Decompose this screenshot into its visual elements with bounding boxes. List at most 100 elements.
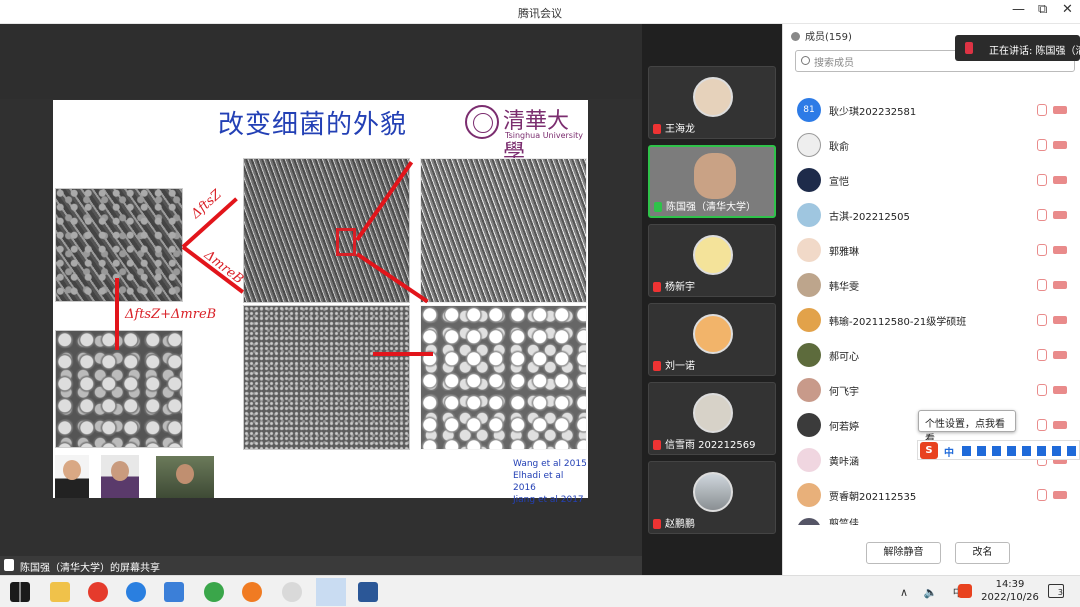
sogou-browser-icon[interactable]	[126, 582, 146, 602]
member-row[interactable]: 韩瑜-202112580-21级学硕班	[797, 305, 1077, 335]
ime-toolbar[interactable]: S 中	[917, 440, 1080, 460]
video-column[interactable]: 王海龙 陈国强（清华大学） 杨新宇 刘一诺 信雪雨 202212569 赵鹏鹏	[642, 24, 782, 575]
camera-off-icon[interactable]	[1053, 491, 1067, 499]
em-image-mreb	[243, 305, 410, 450]
zoom-box	[336, 228, 356, 256]
participant-name: 杨新宇	[665, 282, 695, 293]
member-avatar	[797, 133, 821, 157]
mic-muted-icon[interactable]	[1037, 314, 1047, 326]
participant-name: 刘一诺	[665, 361, 695, 372]
firefox-icon[interactable]	[242, 582, 262, 602]
mic-muted-icon[interactable]	[1037, 489, 1047, 501]
mic-muted-icon[interactable]	[1037, 244, 1047, 256]
screen-share-bar: 陈国强（清华大学）的屏幕共享	[0, 556, 642, 575]
arrow-right	[373, 352, 433, 356]
camera-off-icon[interactable]	[1053, 386, 1067, 394]
start-icon[interactable]	[10, 582, 30, 602]
member-name: 郭雅琳	[829, 247, 859, 258]
presentation-slide: 改变细菌的外貌 清華大學 Tsinghua University ΔftsZ Δ…	[53, 100, 588, 505]
member-row[interactable]: 81 耿少琪202232581	[797, 95, 1077, 125]
sogou-icon[interactable]: S	[920, 442, 938, 459]
reference-line: Elhadi et al 2016	[513, 471, 564, 493]
ime-tooltip[interactable]: 个性设置，点我看看	[918, 410, 1016, 445]
em-image-wildtype	[55, 188, 183, 302]
close-icon[interactable]: ✕	[1062, 2, 1073, 17]
mic-muted-icon	[653, 124, 661, 134]
camera-off-icon[interactable]	[1053, 246, 1067, 254]
mic-muted-icon[interactable]	[1037, 279, 1047, 291]
member-name: 耿俞	[829, 142, 849, 153]
ime-tool-icons[interactable]	[962, 446, 1077, 456]
camera-off-icon[interactable]	[1053, 281, 1067, 289]
clock[interactable]: 14:39 2022/10/26	[980, 578, 1040, 604]
participant-avatar	[693, 393, 733, 433]
member-avatar	[797, 378, 821, 402]
rename-button[interactable]: 改名	[955, 542, 1010, 564]
camera-off-icon[interactable]	[1053, 176, 1067, 184]
mic-muted-icon	[653, 361, 661, 371]
word-icon[interactable]	[358, 582, 378, 602]
mic-on-icon	[654, 202, 662, 212]
minimize-icon[interactable]: —	[1012, 2, 1025, 17]
sogou-tray-icon[interactable]	[958, 584, 972, 598]
mic-muted-icon[interactable]	[1037, 419, 1047, 431]
mic-muted-icon	[653, 440, 661, 450]
seal-icon	[465, 105, 499, 139]
mic-muted-icon[interactable]	[1037, 349, 1047, 361]
notification-icon[interactable]: 3	[1048, 584, 1064, 598]
member-row[interactable]: 宣恺	[797, 165, 1077, 195]
video-tile[interactable]: 刘一诺	[648, 303, 776, 376]
member-avatar	[797, 168, 821, 192]
maximize-icon[interactable]: ⧉	[1038, 2, 1047, 17]
member-row[interactable]: 郭雅琳	[797, 235, 1077, 265]
member-row[interactable]: 古淇-202212505	[797, 200, 1077, 230]
mic-muted-icon[interactable]	[1037, 209, 1047, 221]
tencent-meeting-icon[interactable]	[316, 578, 346, 606]
mic-muted-icon[interactable]	[1037, 139, 1047, 151]
participant-avatar	[693, 77, 733, 117]
camera-off-icon[interactable]	[1053, 211, 1067, 219]
member-row[interactable]: 翦竺佳	[797, 515, 1077, 525]
mic-muted-icon[interactable]	[1037, 174, 1047, 186]
member-row[interactable]: 韩华雯	[797, 270, 1077, 300]
reference-line: Wang et al 2015	[513, 459, 587, 469]
member-row[interactable]: 耿俞	[797, 130, 1077, 160]
member-row[interactable]: 郝可心	[797, 340, 1077, 370]
camera-off-icon[interactable]	[1053, 106, 1067, 114]
participant-name: 信雪雨 202212569	[665, 440, 756, 451]
member-avatar: 81	[797, 98, 821, 122]
video-tile[interactable]: 杨新宇	[648, 224, 776, 297]
video-tile-active[interactable]: 陈国强（清华大学）	[648, 145, 776, 218]
stage-top-band	[0, 24, 642, 99]
camera-off-icon[interactable]	[1053, 316, 1067, 324]
title-bar: 腾讯会议 — ⧉ ✕	[0, 0, 1080, 24]
member-name: 翦竺佳	[829, 519, 859, 525]
member-name: 何飞宇	[829, 387, 859, 398]
video-tile[interactable]: 王海龙	[648, 66, 776, 139]
member-name: 何若婷	[829, 422, 859, 433]
unmute-button[interactable]: 解除静音	[866, 542, 941, 564]
mic-muted-icon[interactable]	[1037, 104, 1047, 116]
video-tile[interactable]: 赵鹏鹏	[648, 461, 776, 534]
file-explorer-icon[interactable]	[50, 582, 70, 602]
ime-mode[interactable]: 中	[944, 444, 954, 459]
ie-icon[interactable]	[204, 582, 224, 602]
slide-title: 改变细菌的外貌	[218, 110, 408, 140]
member-row[interactable]: 何飞宇	[797, 375, 1077, 405]
em-image-ftsz	[243, 158, 410, 303]
browser-icon[interactable]	[88, 582, 108, 602]
camera-off-icon[interactable]	[1053, 351, 1067, 359]
mic-muted-icon	[653, 519, 661, 529]
member-panel: 成员(159) 搜索成员 81 耿少琪202232581 耿俞 宣恺 古淇-20…	[782, 24, 1080, 575]
camera-off-icon[interactable]	[1053, 421, 1067, 429]
member-name: 韩华雯	[829, 282, 859, 293]
author-photo-2	[101, 455, 139, 498]
member-name: 韩瑜-202112580-21级学硕班	[829, 317, 967, 328]
video-tile[interactable]: 信雪雨 202212569	[648, 382, 776, 455]
member-avatar	[797, 518, 821, 525]
mic-muted-icon[interactable]	[1037, 384, 1047, 396]
app-icon[interactable]	[282, 582, 302, 602]
calendar-icon[interactable]	[164, 582, 184, 602]
camera-off-icon[interactable]	[1053, 141, 1067, 149]
member-row[interactable]: 贾睿朝202112535	[797, 480, 1077, 510]
